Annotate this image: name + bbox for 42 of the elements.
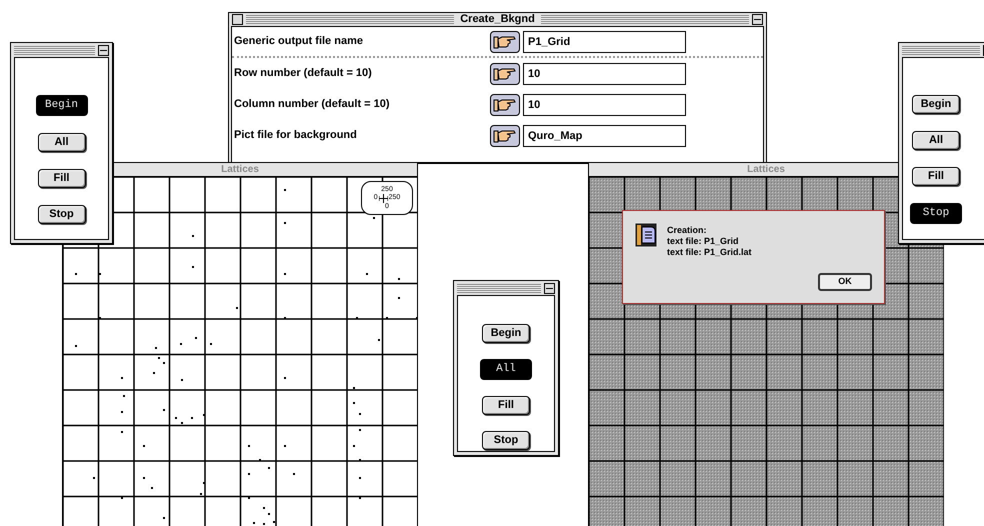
window-title: Lattices — [221, 164, 259, 174]
palette-button[interactable]: Begin — [482, 324, 530, 343]
pick-file-button[interactable] — [490, 62, 520, 84]
input-field[interactable]: 10 — [523, 62, 686, 84]
pick-file-button[interactable] — [490, 94, 520, 116]
palette-button[interactable]: All — [38, 133, 86, 152]
pick-file-button[interactable] — [490, 124, 520, 146]
input-field[interactable]: P1_Grid — [523, 30, 686, 52]
field-label: Row number (default = 10) — [234, 66, 373, 82]
pointing-hand-icon — [493, 96, 517, 112]
palette-button[interactable]: Begin — [36, 95, 88, 116]
pointing-hand-icon — [493, 128, 517, 144]
field-label: Generic output file name — [234, 34, 364, 50]
field-label: Column number (default = 10) — [234, 97, 391, 112]
pointing-hand-icon — [493, 66, 517, 82]
palette-button[interactable]: All — [912, 131, 960, 150]
message-text: Creation: — [667, 225, 708, 236]
palette-button[interactable]: Begin — [912, 95, 960, 114]
field-label: Pict file for background — [234, 128, 358, 144]
window-title: Create_Bkgnd — [459, 14, 536, 25]
message-text: text file: P1_Grid.lat — [667, 247, 752, 258]
document-icon — [635, 223, 657, 247]
palette-button[interactable]: Stop — [38, 205, 86, 224]
collapse-box-icon[interactable] — [98, 44, 109, 56]
palette-button[interactable]: Fill — [38, 169, 86, 188]
palette-button[interactable]: All — [480, 359, 532, 380]
collapse-box-icon[interactable] — [752, 14, 764, 25]
title-bar-stripes[interactable] — [902, 46, 980, 54]
palette-button[interactable]: Stop — [482, 431, 530, 450]
input-field[interactable]: Quro_Map — [523, 124, 686, 146]
palette-button[interactable]: Fill — [912, 167, 960, 186]
window-title: Lattices — [747, 164, 785, 174]
pick-file-button[interactable] — [490, 30, 520, 52]
close-box-icon[interactable] — [232, 14, 243, 25]
message-text: text file: P1_Grid — [667, 236, 740, 247]
palette-button[interactable]: Stop — [910, 203, 962, 224]
input-field[interactable]: 10 — [523, 94, 686, 116]
pointing-hand-icon — [493, 34, 517, 50]
collapse-box-icon[interactable] — [544, 282, 555, 294]
palette-button[interactable]: Fill — [482, 396, 530, 415]
crosshair-icon — [378, 194, 388, 202]
ok-button[interactable]: OK — [818, 273, 872, 291]
